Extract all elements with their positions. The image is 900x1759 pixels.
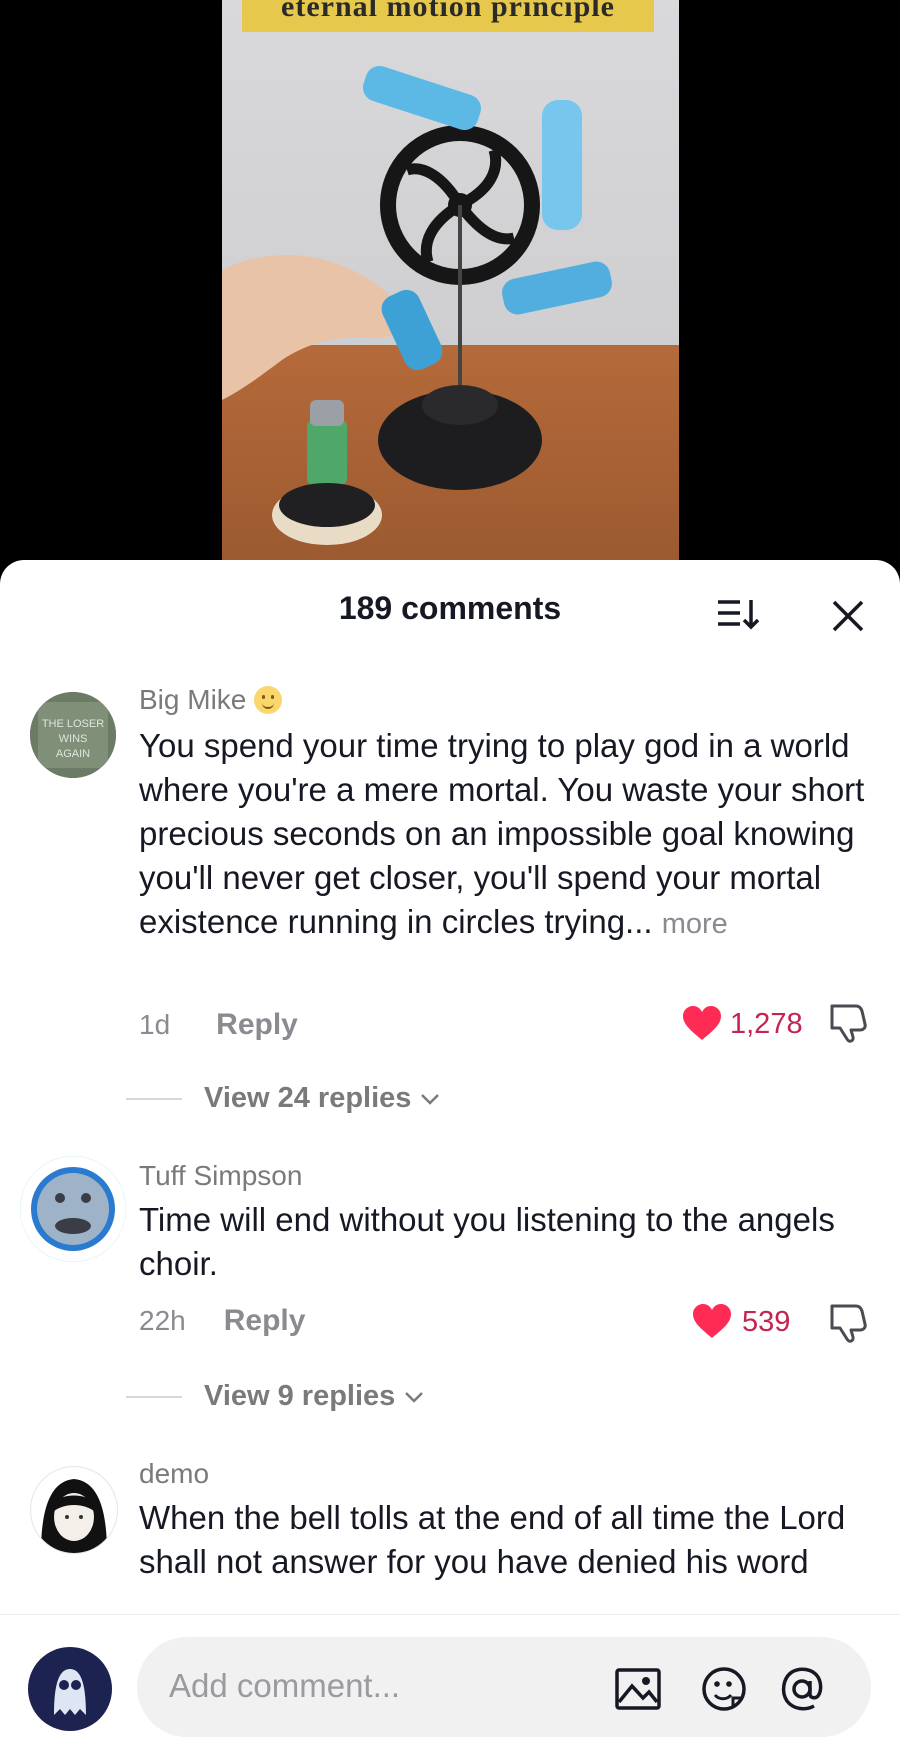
comment-time: 1d	[139, 1009, 171, 1040]
svg-text:WINS: WINS	[59, 733, 88, 745]
dislike-icon[interactable]	[826, 1002, 868, 1044]
video-player[interactable]: eternal motion principle	[0, 0, 900, 580]
comments-sheet: 189 comments THE LOSER WINS AGAIN Big Mi…	[0, 560, 900, 1758]
close-icon[interactable]	[828, 596, 868, 636]
dislike-icon[interactable]	[826, 1302, 868, 1344]
comment-text: Time will end without you listening to t…	[139, 1201, 835, 1282]
image-icon[interactable]	[613, 1664, 663, 1714]
my-avatar[interactable]	[28, 1647, 112, 1731]
comment-text: When the bell tolls at the end of all ti…	[139, 1499, 846, 1580]
perpetual-motion-device-illustration	[222, 65, 612, 545]
heart-icon	[693, 1304, 731, 1338]
comment-username[interactable]: Tuff Simpson	[139, 1160, 302, 1192]
heart-icon	[683, 1006, 721, 1040]
avatar-text: THE LOSER	[42, 718, 104, 730]
emoji-icon[interactable]	[699, 1664, 749, 1714]
chevron-down-icon	[421, 1093, 440, 1105]
reply-button[interactable]: Reply	[224, 1304, 306, 1338]
comment-username[interactable]: demo	[139, 1458, 209, 1490]
avatar[interactable]: THE LOSER WINS AGAIN	[30, 692, 116, 778]
comment-time: 22h	[139, 1305, 186, 1336]
like-count: 539	[742, 1305, 791, 1338]
like-count: 1,278	[730, 1007, 803, 1040]
comment-text: You spend your time trying to play god i…	[139, 727, 865, 940]
add-comment-input[interactable]: Add comment...	[137, 1637, 871, 1737]
smile-emoji-icon	[254, 686, 283, 714]
sort-icon[interactable]	[716, 596, 760, 632]
comments-count-title: 189 comments	[338, 590, 562, 626]
svg-text:AGAIN: AGAIN	[56, 748, 90, 760]
avatar[interactable]	[20, 1156, 126, 1262]
mention-icon[interactable]	[777, 1664, 827, 1714]
more-link[interactable]: more	[662, 908, 728, 940]
reply-button[interactable]: Reply	[216, 1008, 298, 1042]
comment-meta: 22h Reply	[139, 1304, 305, 1338]
video-frame: eternal motion principle	[222, 0, 679, 560]
like-button[interactable]: 539	[692, 1304, 790, 1340]
view-replies-button[interactable]: View 9 replies	[126, 1380, 425, 1413]
comment-username[interactable]: Big Mike	[139, 684, 283, 716]
view-replies-button[interactable]: View 24 replies	[126, 1082, 441, 1115]
chevron-down-icon	[405, 1391, 424, 1403]
comment-meta: 1d Reply	[139, 1008, 298, 1042]
avatar[interactable]	[30, 1466, 118, 1554]
like-button[interactable]: 1,278	[682, 1006, 803, 1042]
comment-composer: Add comment...	[0, 1614, 900, 1759]
